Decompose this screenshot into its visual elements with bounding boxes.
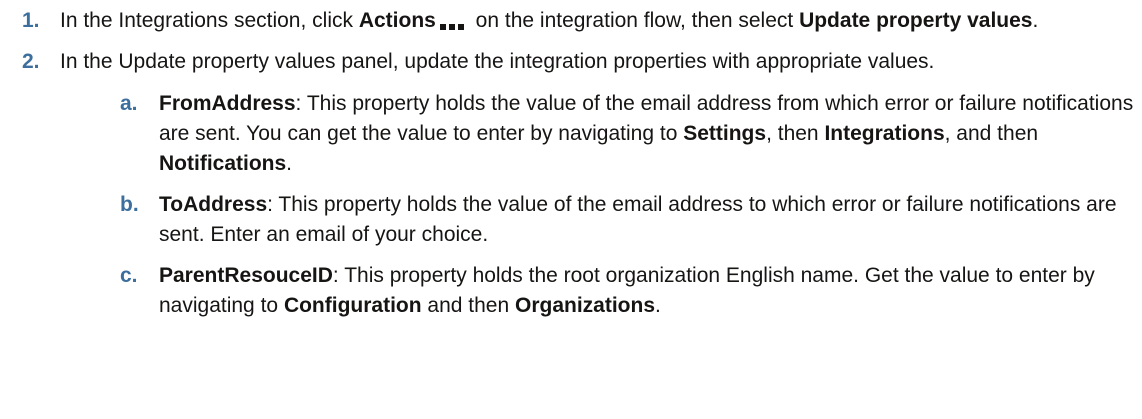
substep-letter: a. <box>120 92 138 116</box>
substep-text: , then <box>766 122 825 146</box>
step-text: on the integration flow, then select <box>469 9 800 32</box>
substep-letter: b. <box>120 193 139 217</box>
ellipsis-icon <box>439 9 464 39</box>
substep-text: . <box>286 152 293 176</box>
step-text: In the Update property values panel, upd… <box>60 50 935 74</box>
step-1: 1. In the Integrations section, click Ac… <box>0 6 1142 36</box>
substep-from-address: a. FromAddress: This property holds the … <box>60 89 1142 179</box>
configuration-label: Configuration <box>283 294 422 318</box>
settings-label: Settings <box>683 122 767 146</box>
step-text: In the Integrations section, click <box>60 9 359 32</box>
substep-text: : This property holds the value of the e… <box>159 193 1117 247</box>
step-2: 2. In the Update property values panel, … <box>0 47 1142 321</box>
substep-text: and then <box>421 294 515 318</box>
substep-parent-resource-id: c. ParentResouceID: This property holds … <box>60 261 1142 321</box>
substep-letter: c. <box>120 264 138 288</box>
property-name: FromAddress <box>159 92 296 116</box>
actions-label: Actions <box>358 9 436 32</box>
integrations-label: Integrations <box>824 122 945 146</box>
step-number: 1. <box>22 9 40 32</box>
property-name: ParentResouceID <box>159 264 333 288</box>
step-number: 2. <box>22 50 40 74</box>
property-name: ToAddress <box>159 193 268 217</box>
instructions: 1. In the Integrations section, click Ac… <box>0 0 1142 321</box>
substep-text: . <box>655 294 661 318</box>
update-property-values-label: Update property values <box>799 9 1033 32</box>
organizations-label: Organizations <box>515 294 656 318</box>
notifications-label: Notifications <box>159 152 287 176</box>
substep-text: , and then <box>944 122 1039 146</box>
substep-to-address: b. ToAddress: This property holds the va… <box>60 190 1142 250</box>
substep-list: a. FromAddress : This property holds the … <box>60 89 1142 321</box>
step-text: . <box>1032 9 1039 32</box>
